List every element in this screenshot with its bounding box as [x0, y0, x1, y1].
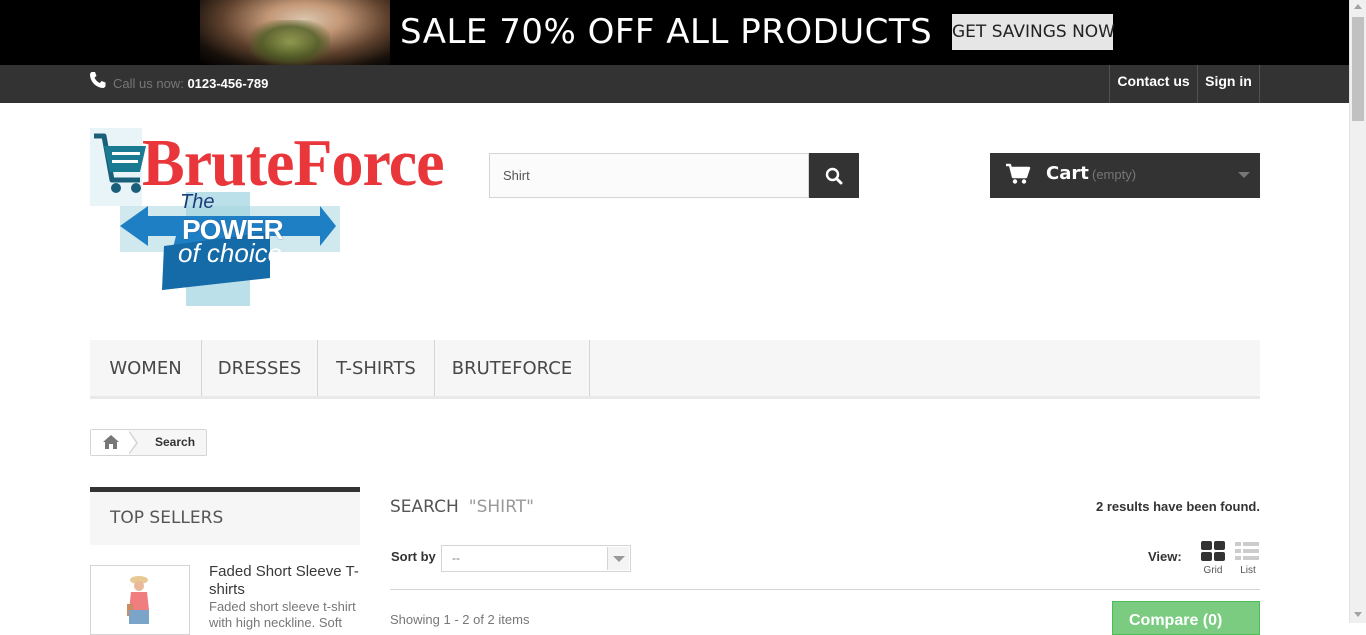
menu-item-bruteforce[interactable]: BRUTEFORCE — [435, 340, 590, 396]
grid-view-button[interactable]: Grid — [1199, 541, 1227, 579]
banner-headline: SALE 70% OFF ALL PRODUCTS — [400, 12, 933, 52]
top-sellers-header[interactable]: TOP SELLERS — [90, 487, 360, 545]
chevron-down-icon — [1238, 172, 1250, 178]
list-view-caption: List — [1240, 565, 1256, 576]
menu-item-dresses[interactable]: DRESSES — [202, 340, 318, 396]
breadcrumb-home[interactable] — [91, 430, 131, 455]
home-icon — [103, 435, 119, 449]
contact-us-link[interactable]: Contact us — [1109, 65, 1197, 103]
main-menu: WOMEN DRESSES T-SHIRTS BRUTEFORCE — [90, 340, 1260, 399]
logo-tagline-choice: of choice — [178, 238, 283, 268]
sign-in-link[interactable]: Sign in — [1197, 65, 1260, 103]
showing-count: Showing 1 - 2 of 2 items — [390, 612, 530, 627]
logo-tagline-the: The — [180, 191, 215, 213]
vertical-scrollbar[interactable] — [1349, 0, 1366, 623]
view-label: View: — [1148, 549, 1182, 564]
breadcrumb-current: Search — [155, 435, 196, 449]
results-count: 2 results have been found. — [1096, 499, 1260, 514]
promo-banner[interactable]: SALE 70% OFF ALL PRODUCTS GET SAVINGS NO… — [0, 0, 1349, 65]
top-seller-product-name[interactable]: Faded Short Sleeve T-shirts — [209, 563, 359, 599]
scroll-down-arrow-icon[interactable] — [1354, 612, 1362, 617]
sort-dropdown-toggle[interactable] — [607, 547, 629, 570]
cart-status: (empty) — [1092, 167, 1137, 182]
results-divider — [390, 589, 1260, 590]
sort-select-value: -- — [452, 551, 460, 565]
search-button[interactable] — [809, 153, 859, 198]
search-heading-label: SEARCH — [390, 497, 459, 517]
breadcrumb-separator-inner — [128, 431, 136, 454]
product-thumbnail — [127, 576, 149, 624]
scroll-up-arrow-icon[interactable] — [1354, 4, 1362, 9]
call-us-text: Call us now: 0123-456-789 — [113, 76, 268, 91]
breadcrumb: Search — [90, 429, 207, 456]
compare-button[interactable]: Compare (0) — [1112, 601, 1260, 635]
call-label: Call us now: — [113, 76, 184, 91]
banner-model-image-detail — [250, 20, 330, 65]
scroll-thumb[interactable] — [1352, 17, 1364, 121]
grid-view-caption: Grid — [1203, 565, 1223, 576]
top-sellers-title: TOP SELLERS — [110, 508, 224, 528]
search-input[interactable] — [489, 153, 809, 198]
get-savings-button[interactable]: GET SAVINGS NOW — [952, 14, 1115, 50]
chevron-down-icon — [613, 556, 625, 562]
top-seller-product-image[interactable] — [90, 565, 190, 635]
search-query: "SHIRT" — [468, 497, 534, 517]
menu-item-women[interactable]: WOMEN — [90, 340, 202, 396]
search-heading: SEARCH "SHIRT" — [390, 497, 534, 517]
cart-label: Cart — [1046, 163, 1089, 184]
shopping-cart-icon — [1006, 163, 1031, 184]
sort-by-label: Sort by — [391, 549, 436, 564]
phone-icon — [90, 72, 106, 88]
top-seller-product-desc: Faded short sleeve t-shirt with high nec… — [209, 599, 356, 630]
menu-item-tshirts[interactable]: T-SHIRTS — [318, 340, 435, 396]
list-view-button[interactable]: List — [1234, 541, 1262, 579]
cart-button[interactable]: Cart (empty) — [990, 153, 1260, 198]
phone-number: 0123-456-789 — [187, 76, 269, 91]
grid-icon — [1201, 541, 1225, 561]
list-icon — [1235, 542, 1259, 560]
search-icon — [825, 167, 843, 184]
store-logo[interactable]: BruteForce The POWER of choice — [90, 125, 445, 308]
sort-select[interactable]: -- — [441, 545, 631, 572]
